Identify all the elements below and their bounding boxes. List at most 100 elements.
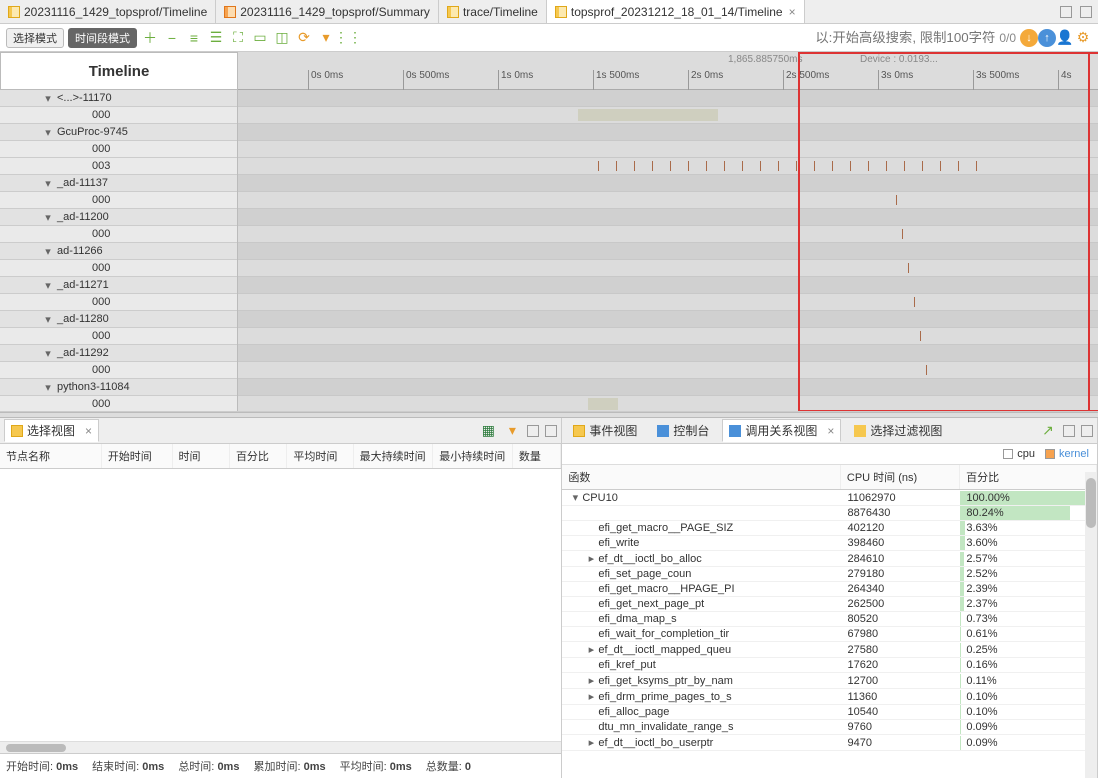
timeline-row[interactable]: 000	[0, 396, 237, 411]
track-row[interactable]	[238, 124, 1098, 141]
timeline-row[interactable]: 003	[0, 158, 237, 175]
fit-icon[interactable]: ⛶	[229, 29, 247, 47]
track-row[interactable]	[238, 226, 1098, 243]
timeline-row[interactable]: ▾GcuProc-9745	[0, 124, 237, 141]
call-tree-row[interactable]: efi_set_page_coun2791802.52%	[562, 567, 1097, 582]
timeline-row[interactable]: ▾_ad-11280	[0, 311, 237, 328]
tab-timeline-1116[interactable]: 20231116_1429_topsprof/Timeline	[0, 0, 216, 23]
timeline-row[interactable]: 000	[0, 226, 237, 243]
maximize-icon[interactable]	[1081, 425, 1093, 437]
call-tree-row[interactable]: efi_wait_for_completion_tir679800.61%	[562, 627, 1097, 642]
chevron-down-icon[interactable]: ▾	[41, 245, 55, 258]
call-tree-row[interactable]: efi_get_macro__PAGE_SIZ4021203.63%	[562, 521, 1097, 536]
track-row[interactable]	[238, 209, 1098, 226]
track-row[interactable]	[238, 277, 1098, 294]
col-start[interactable]: 开始时间	[102, 444, 173, 468]
timeline-row[interactable]: 000	[0, 328, 237, 345]
refresh-icon[interactable]: ⟳	[295, 29, 313, 47]
tab-summary-1116[interactable]: 20231116_1429_topsprof/Summary	[216, 0, 439, 23]
nav-up-icon[interactable]: ↑	[1038, 29, 1056, 47]
timeline-row[interactable]: ▾<...>-11170	[0, 90, 237, 107]
call-tree-row[interactable]: ▸efi_drm_prime_pages_to_s113600.10%	[562, 689, 1097, 705]
expand-icon[interactable]: ▸	[584, 674, 598, 687]
nav-down-icon[interactable]: ↓	[1020, 29, 1038, 47]
track-row[interactable]	[238, 396, 1098, 411]
track-row[interactable]	[238, 260, 1098, 277]
timeline-row[interactable]: 000	[0, 107, 237, 124]
timeline-row[interactable]: ▾_ad-11200	[0, 209, 237, 226]
minimize-icon[interactable]	[527, 425, 539, 437]
timeline-row[interactable]: 000	[0, 141, 237, 158]
timespan-mode-button[interactable]: 时间段模式	[68, 28, 137, 48]
track-row[interactable]	[238, 192, 1098, 209]
tab-filter-view[interactable]: 选择过滤视图	[847, 419, 949, 442]
export-icon[interactable]: ▦	[479, 422, 497, 440]
timeline-chart[interactable]: 1,865.885750ms Device : 0.0193... 0s 0ms…	[238, 52, 1098, 411]
chevron-down-icon[interactable]: ▾	[41, 126, 55, 139]
col-time[interactable]: 时间	[173, 444, 230, 468]
call-tree-body[interactable]: ▾CPU1011062970100.00%887643080.24%efi_ge…	[562, 490, 1097, 778]
close-icon[interactable]: ×	[85, 424, 92, 438]
track-row[interactable]	[238, 90, 1098, 107]
subtab-kernel[interactable]: kernel	[1045, 448, 1089, 460]
col-avg[interactable]: 平均时间	[287, 444, 353, 468]
call-tree-row[interactable]: 887643080.24%	[562, 506, 1097, 521]
col-max[interactable]: 最大持续时间	[354, 444, 434, 468]
vertical-scrollbar[interactable]	[1085, 472, 1097, 778]
remove-icon[interactable]: −	[163, 29, 181, 47]
timeline-row[interactable]: 000	[0, 260, 237, 277]
timeline-row[interactable]: ▾python3-11084	[0, 379, 237, 396]
track-row[interactable]	[238, 158, 1098, 175]
search-input[interactable]	[695, 30, 995, 45]
track-row[interactable]	[238, 379, 1098, 396]
col-pct[interactable]: 百分比	[230, 444, 287, 468]
lines-icon[interactable]: ☰	[207, 29, 225, 47]
tab-selection-view[interactable]: 选择视图 ×	[4, 419, 99, 442]
col-node[interactable]: 节点名称	[0, 444, 102, 468]
close-icon[interactable]: ×	[789, 5, 796, 19]
timeline-row[interactable]: 000	[0, 362, 237, 379]
minimize-icon[interactable]	[1060, 6, 1072, 18]
tab-events-view[interactable]: 事件视图	[566, 419, 644, 442]
close-icon[interactable]: ×	[827, 424, 834, 438]
call-tree-row[interactable]: ▸efi_get_ksyms_ptr_by_nam127000.11%	[562, 673, 1097, 689]
tab-console[interactable]: 控制台	[650, 419, 716, 442]
timeline-row[interactable]: ▾ad-11266	[0, 243, 237, 260]
link-icon[interactable]: ↗	[1039, 422, 1057, 440]
expand-icon[interactable]: ▾	[568, 491, 582, 504]
timeline-row[interactable]: 000	[0, 294, 237, 311]
settings-icon[interactable]: ⚙	[1074, 29, 1092, 47]
chevron-down-icon[interactable]: ▾	[41, 347, 55, 360]
user-icon[interactable]: 👤	[1056, 29, 1074, 47]
track-row[interactable]	[238, 141, 1098, 158]
chevron-down-icon[interactable]: ▾	[41, 177, 55, 190]
chevron-down-icon[interactable]: ▾	[41, 211, 55, 224]
timeline-tree[interactable]: Timeline ▾<...>-11170000▾GcuProc-9745000…	[0, 52, 238, 411]
expand-icon[interactable]: ▸	[584, 643, 598, 656]
track-row[interactable]	[238, 243, 1098, 260]
add-icon[interactable]: ＋	[141, 29, 159, 47]
maximize-icon[interactable]	[545, 425, 557, 437]
horizontal-scrollbar[interactable]	[0, 741, 561, 753]
subtab-cpu[interactable]: cpu	[1003, 448, 1035, 460]
track-row[interactable]	[238, 311, 1098, 328]
call-tree-row[interactable]: ▸ef_dt__ioctl_bo_userptr94700.09%	[562, 735, 1097, 751]
tab-trace-timeline[interactable]: trace/Timeline	[439, 0, 547, 23]
call-tree-row[interactable]: ▸ef_dt__ioctl_bo_alloc2846102.57%	[562, 551, 1097, 567]
col-cpu-time[interactable]: CPU 时间 (ns)	[841, 465, 960, 489]
call-tree-row[interactable]: efi_get_next_page_pt2625002.37%	[562, 597, 1097, 612]
tab-topsprof-1212[interactable]: topsprof_20231212_18_01_14/Timeline ×	[547, 0, 805, 23]
chevron-down-icon[interactable]: ▾	[41, 313, 55, 326]
track-row[interactable]	[238, 362, 1098, 379]
maximize-icon[interactable]	[1080, 6, 1092, 18]
timeline-row[interactable]: ▾_ad-11292	[0, 345, 237, 362]
col-count[interactable]: 数量	[513, 444, 562, 468]
track-row[interactable]	[238, 328, 1098, 345]
chevron-down-icon[interactable]: ▾	[41, 381, 55, 394]
filter-icon[interactable]: ▾	[503, 422, 521, 440]
timeline-row[interactable]: 000	[0, 192, 237, 209]
call-tree-row[interactable]: efi_kref_put176200.16%	[562, 658, 1097, 673]
stats-icon[interactable]: ◫	[273, 29, 291, 47]
call-tree-row[interactable]: efi_alloc_page105400.10%	[562, 705, 1097, 720]
timeline-row[interactable]: ▾_ad-11137	[0, 175, 237, 192]
